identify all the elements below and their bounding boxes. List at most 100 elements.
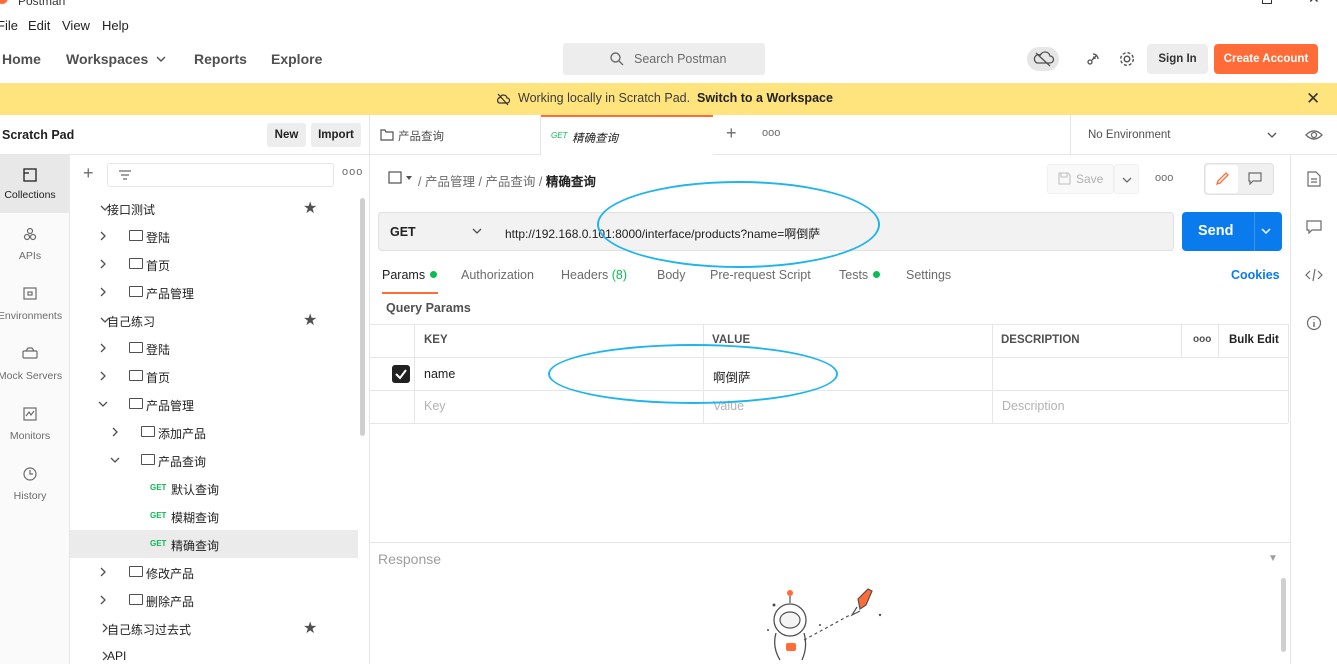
star-icon[interactable]: ★ [303,198,317,218]
sync-status-button[interactable] [1027,47,1059,71]
nav-home[interactable]: Home [2,51,41,67]
rail-item-monitors[interactable]: Monitors [0,406,70,446]
sign-in-button[interactable]: Sign In [1147,44,1208,74]
menu-file[interactable]: File [0,18,18,33]
collection-item[interactable]: API [70,642,358,670]
tab-label: Params [382,268,426,282]
info-icon[interactable] [1306,315,1322,331]
folder-item[interactable]: 产品管理 [70,390,358,418]
tab-authorization[interactable]: Authorization [461,268,534,282]
rail-item-environments[interactable]: Environments [0,286,70,326]
table-more-icon[interactable]: ooo [1193,334,1211,345]
breadcrumb-current[interactable]: 精确查询 [546,175,596,189]
request-more-icon[interactable]: ooo [1155,172,1173,184]
nav-workspaces[interactable]: Workspaces [66,51,148,67]
chevron-right-icon[interactable] [98,567,108,577]
chevron-down-icon[interactable] [110,455,120,465]
folder-item[interactable]: 修改产品 [70,558,358,586]
request-item[interactable]: GET 默认查询 [70,474,358,502]
tab-settings[interactable]: Settings [906,268,951,282]
menu-edit[interactable]: Edit [28,18,50,33]
tab-params[interactable]: Params [382,268,438,282]
switch-workspace-link[interactable]: Switch to a Workspace [697,91,833,105]
nav-explore[interactable]: Explore [271,51,322,67]
rail-item-history[interactable]: History [0,466,70,506]
chevron-right-icon[interactable] [110,427,120,437]
create-account-button[interactable]: Create Account [1214,44,1318,74]
add-tab-icon[interactable]: + [726,123,737,144]
save-dropdown-button[interactable] [1114,164,1139,194]
chevron-down-icon [472,228,482,234]
window-close-icon[interactable]: ✕ [1308,0,1320,7]
response-divider[interactable] [370,542,1290,543]
breadcrumb-item[interactable]: 产品查询 [485,175,535,189]
folder-icon[interactable] [388,171,414,185]
filter-input[interactable] [107,163,334,187]
breadcrumb-item[interactable]: 产品管理 [425,175,475,189]
folder-item[interactable]: 登陆 [70,222,358,250]
folder-item[interactable]: 产品管理 [70,278,358,306]
close-icon[interactable]: ✕ [1306,89,1320,109]
menu-view[interactable]: View [62,18,90,33]
tab-tests[interactable]: Tests [839,268,881,282]
rail-item-collections[interactable]: Collections [0,165,70,215]
tab-product-query[interactable]: 产品查询 [370,115,541,155]
bulk-edit-link[interactable]: Bulk Edit [1229,334,1279,346]
collapse-icon[interactable]: ▼ [1268,553,1278,564]
documentation-icon[interactable] [1307,171,1321,187]
folder-item[interactable]: 登陆 [70,334,358,362]
maximize-icon[interactable] [1262,0,1272,4]
star-icon[interactable]: ★ [303,310,317,330]
tab-exact-query[interactable]: GET 精确查询 [541,115,713,155]
description-placeholder[interactable]: Description [1002,399,1065,413]
folder-item[interactable]: 删除产品 [70,586,358,614]
chevron-down-icon[interactable] [98,399,108,409]
chevron-right-icon[interactable] [98,343,108,353]
menu-help[interactable]: Help [102,18,129,33]
tab-more-icon[interactable]: ooo [762,127,780,139]
chevron-right-icon[interactable] [98,259,108,269]
cookies-link[interactable]: Cookies [1231,268,1280,282]
gear-icon[interactable] [1118,50,1136,68]
param-key[interactable]: name [424,367,455,381]
tab-pre-request-script[interactable]: Pre-request Script [710,268,811,282]
collection-item[interactable]: 自己练习过去式 ★ [70,614,358,642]
chevron-right-icon[interactable] [98,231,108,241]
chevron-right-icon[interactable] [98,287,108,297]
chevron-down-icon[interactable] [1261,227,1271,235]
request-item[interactable]: GET 精确查询 [70,530,358,558]
nav-reports[interactable]: Reports [194,51,247,67]
eye-icon[interactable] [1305,128,1323,142]
new-button[interactable]: New [267,123,306,147]
edit-mode-button[interactable] [1206,165,1238,193]
more-icon[interactable]: ooo [342,166,363,178]
chevron-right-icon[interactable] [98,595,108,605]
code-icon[interactable] [1305,268,1323,282]
environments-icon [23,287,37,300]
folder-item[interactable]: 首页 [70,250,358,278]
request-item[interactable]: GET 模糊查询 [70,502,358,530]
sidebar-scrollbar[interactable] [360,198,365,436]
rail-item-mock-servers[interactable]: Mock Servers [0,346,70,386]
param-checkbox[interactable] [392,365,410,383]
collection-item[interactable]: 自己练习 ★ [70,306,358,334]
folder-item[interactable]: 首页 [70,362,358,390]
star-icon[interactable]: ★ [303,618,317,638]
save-button[interactable]: Save [1047,164,1114,194]
add-collection-icon[interactable]: + [83,163,94,184]
tab-body[interactable]: Body [657,268,686,282]
postman-logo-icon [0,0,8,4]
response-scrollbar[interactable] [1281,578,1286,652]
key-placeholder[interactable]: Key [424,399,446,413]
folder-item[interactable]: 添加产品 [70,418,358,446]
folder-icon [129,594,143,605]
satellite-icon[interactable] [1083,51,1101,69]
comment-mode-icon[interactable] [1248,172,1262,185]
tab-headers[interactable]: Headers (8) [561,268,627,282]
comments-icon[interactable] [1306,220,1322,234]
import-button[interactable]: Import [311,123,361,147]
folder-item[interactable]: 产品查询 [70,446,358,474]
collection-item[interactable]: 接口测试 ★ [70,194,358,222]
rail-item-apis[interactable]: APIs [0,226,70,266]
chevron-right-icon[interactable] [98,371,108,381]
